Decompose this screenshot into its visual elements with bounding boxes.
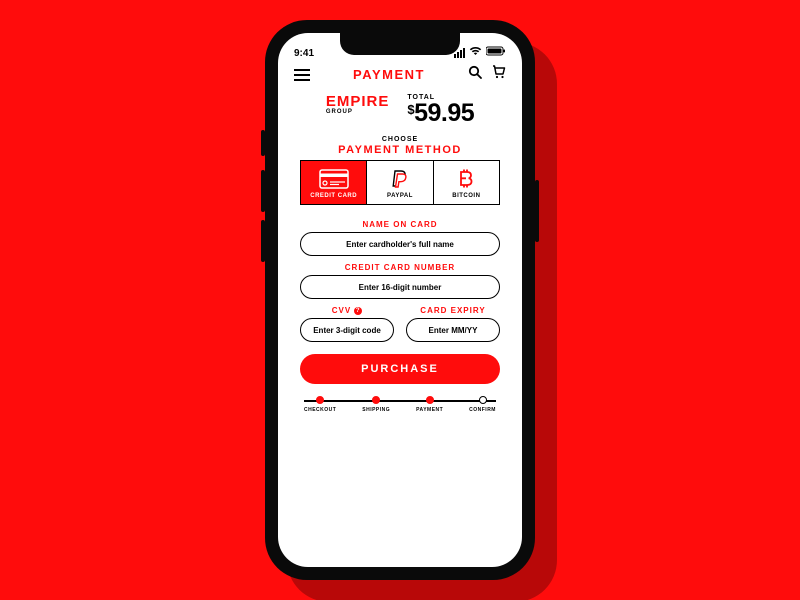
step-payment: PAYMENT <box>416 396 443 413</box>
method-credit-card[interactable]: CREDIT CARD <box>301 161 366 204</box>
name-input[interactable] <box>301 240 499 249</box>
credit-card-icon <box>319 168 349 190</box>
choose-label: CHOOSE <box>278 136 522 143</box>
screen: 9:41 PAYMENT <box>278 33 522 567</box>
payment-method-tabs: CREDIT CARD PAYPAL BITCOIN <box>300 160 500 205</box>
total-price: $59.95 <box>407 101 474 126</box>
bitcoin-icon <box>456 168 476 190</box>
cvv-input[interactable] <box>301 326 393 335</box>
number-label: CREDIT CARD NUMBER <box>300 263 500 272</box>
menu-icon[interactable] <box>294 69 310 81</box>
purchase-button[interactable]: PURCHASE <box>300 354 500 384</box>
cvv-info-icon[interactable]: ? <box>354 307 362 315</box>
app-header: PAYMENT <box>278 61 522 86</box>
notch <box>340 33 460 55</box>
search-icon[interactable] <box>468 65 482 84</box>
expiry-input[interactable] <box>407 326 499 335</box>
expiry-label: CARD EXPIRY <box>406 306 500 315</box>
number-input[interactable] <box>301 283 499 292</box>
cvv-label: CVV ? <box>300 306 394 315</box>
method-paypal[interactable]: PAYPAL <box>366 161 432 204</box>
card-form: NAME ON CARD CREDIT CARD NUMBER CVV ? CA… <box>278 205 522 342</box>
paypal-icon <box>389 168 411 190</box>
cart-icon[interactable] <box>492 65 506 84</box>
brand-logo: EMPIRE GROUP <box>326 94 390 115</box>
name-label: NAME ON CARD <box>300 220 500 229</box>
method-bitcoin[interactable]: BITCOIN <box>433 161 499 204</box>
total-block: TOTAL $59.95 <box>407 94 474 126</box>
page-title: PAYMENT <box>353 67 425 82</box>
battery-icon <box>486 46 506 59</box>
wifi-icon <box>469 46 482 59</box>
brand-total-row: EMPIRE GROUP TOTAL $59.95 <box>278 86 522 130</box>
step-shipping: SHIPPING <box>362 396 390 413</box>
phone-frame: 9:41 PAYMENT <box>265 20 535 580</box>
payment-method-heading: PAYMENT METHOD <box>278 144 522 156</box>
checkout-stepper: CHECKOUT SHIPPING PAYMENT CONFIRM <box>304 396 496 413</box>
step-checkout: CHECKOUT <box>304 396 336 413</box>
status-time: 9:41 <box>294 48 314 59</box>
step-confirm: CONFIRM <box>469 396 496 413</box>
